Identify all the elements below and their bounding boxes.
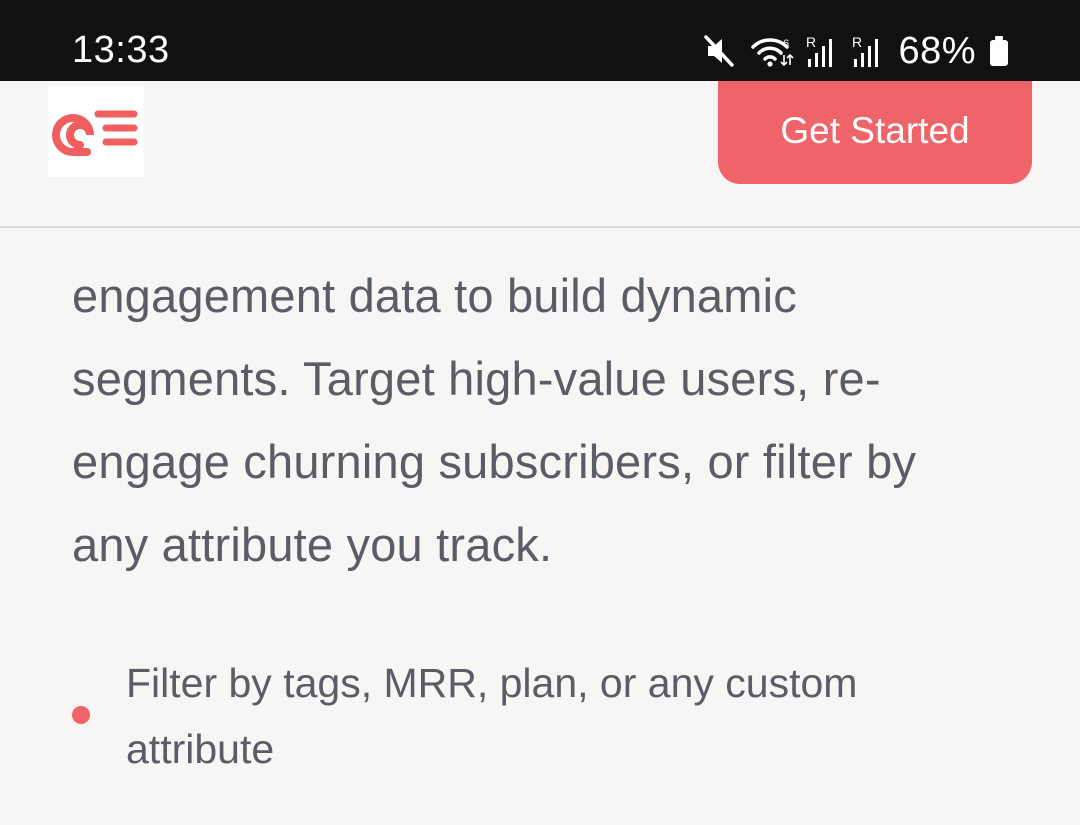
- battery-icon: [988, 33, 1010, 69]
- svg-text:R: R: [806, 34, 816, 50]
- app-screen: 13:33 6 R R 68% Get Started engagement d…: [0, 0, 1080, 825]
- list-item-text: Filter by tags, MRR, plan, or any custom…: [126, 660, 858, 772]
- site-header: Get Started: [0, 81, 1080, 228]
- battery-percent: 68%: [898, 30, 976, 72]
- svg-text:6: 6: [783, 38, 789, 50]
- feature-description: engagement data to build dynamic segment…: [72, 269, 917, 571]
- bullet-dot-icon: [72, 706, 90, 724]
- status-time: 13:33: [72, 29, 170, 71]
- brand-logo[interactable]: [48, 87, 144, 177]
- signal-r-icon: R: [852, 33, 886, 69]
- brand-logo-icon: [52, 110, 138, 156]
- get-started-button[interactable]: Get Started: [718, 81, 1032, 184]
- svg-text:R: R: [852, 34, 862, 50]
- mute-icon: [702, 33, 738, 69]
- signal-r-icon: R: [806, 33, 840, 69]
- feature-section: engagement data to build dynamic segment…: [0, 228, 1080, 825]
- wifi-icon: 6: [750, 33, 795, 69]
- status-icons: 6 R R 68%: [702, 28, 1010, 74]
- status-bar: 13:33 6 R R 68%: [0, 0, 1080, 81]
